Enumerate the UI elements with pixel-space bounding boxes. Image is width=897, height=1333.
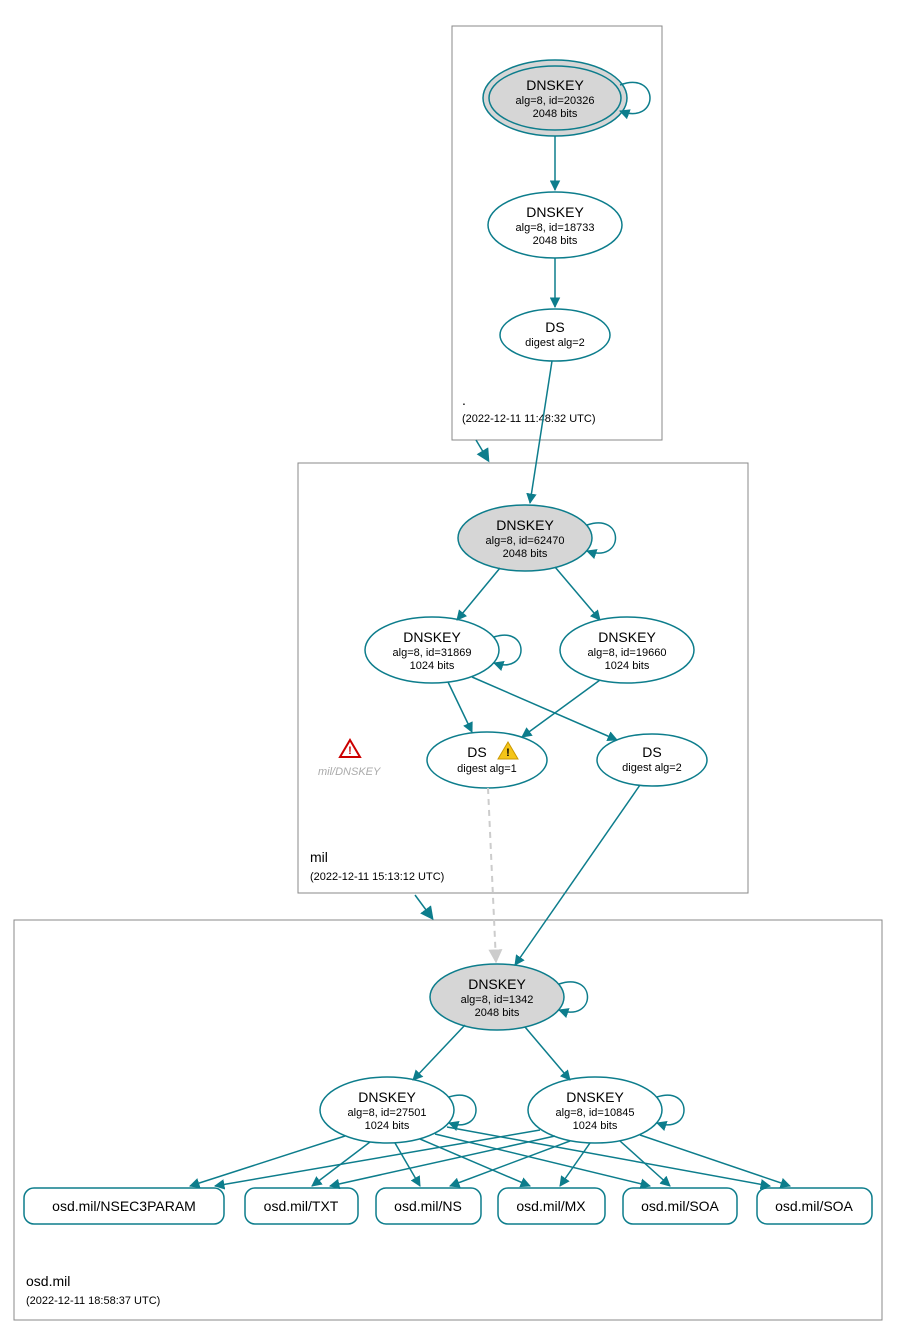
edge-mil-zsk2-ds1 [522, 680, 600, 737]
svg-text:alg=8, id=1342: alg=8, id=1342 [461, 994, 534, 1006]
zone-mil-timestamp: (2022-12-11 15:13:12 UTC) [310, 871, 444, 883]
edge-mil-ksk-zsk1 [457, 568, 500, 620]
svg-text:DNSKEY: DNSKEY [403, 629, 461, 645]
edge-zsk1-rr3 [395, 1143, 420, 1186]
node-osd-ksk: DNSKEY alg=8, id=1342 2048 bits [430, 964, 564, 1030]
edge-mil-zsk1-ds2 [472, 677, 617, 740]
svg-text:DNSKEY: DNSKEY [598, 629, 656, 645]
edge-mil-ds1-osd-ksk [488, 788, 496, 962]
svg-text:digest alg=1: digest alg=1 [457, 763, 517, 775]
svg-text:2048 bits: 2048 bits [475, 1007, 520, 1019]
svg-text:DNSKEY: DNSKEY [468, 976, 526, 992]
node-rr-soa2: osd.mil/SOA [757, 1188, 872, 1224]
svg-text:1024 bits: 1024 bits [573, 1120, 618, 1132]
zone-osd-timestamp: (2022-12-11 18:58:37 UTC) [26, 1295, 160, 1307]
svg-text:1024 bits: 1024 bits [365, 1120, 410, 1132]
node-root-ds: DS digest alg=2 [500, 309, 610, 361]
edge-zsk2-rr4 [560, 1143, 590, 1186]
svg-text:DNSKEY: DNSKEY [526, 204, 584, 220]
svg-text:alg=8, id=27501: alg=8, id=27501 [348, 1107, 427, 1119]
edge-root-ds-mil-ksk [530, 361, 552, 503]
node-mil-ksk: DNSKEY alg=8, id=62470 2048 bits [458, 505, 592, 571]
edge-zsk2-rr3 [450, 1141, 570, 1186]
node-mil-ds1: DS digest alg=1 ! [427, 732, 547, 788]
node-rr-nsec3param: osd.mil/NSEC3PARAM [24, 1188, 224, 1224]
edge-mil-ds2-osd-ksk [515, 785, 640, 965]
svg-text:2048 bits: 2048 bits [503, 548, 548, 560]
svg-text:osd.mil/NSEC3PARAM: osd.mil/NSEC3PARAM [52, 1198, 196, 1214]
svg-text:alg=8, id=62470: alg=8, id=62470 [486, 535, 565, 547]
svg-text:osd.mil/SOA: osd.mil/SOA [775, 1198, 853, 1214]
node-rr-mx: osd.mil/MX [498, 1188, 605, 1224]
zone-root-timestamp: (2022-12-11 11:48:32 UTC) [462, 413, 596, 425]
edge-mil-zsk1-ds1 [448, 682, 472, 732]
svg-text:1024 bits: 1024 bits [605, 660, 650, 672]
node-rr-soa1: osd.mil/SOA [623, 1188, 737, 1224]
svg-text:osd.mil/SOA: osd.mil/SOA [641, 1198, 719, 1214]
svg-text:DS: DS [545, 319, 564, 335]
edge-zsk2-rr5 [620, 1141, 670, 1186]
svg-text:alg=8, id=20326: alg=8, id=20326 [516, 95, 595, 107]
edge-osd-ksk-zsk1 [413, 1025, 465, 1080]
svg-text:!: ! [348, 745, 352, 757]
edge-root-to-mil-zone [476, 440, 488, 460]
node-mil-zsk1: DNSKEY alg=8, id=31869 1024 bits [365, 617, 499, 683]
edge-mil-to-osd-zone [415, 895, 432, 918]
svg-text:2048 bits: 2048 bits [533, 235, 578, 247]
node-osd-zsk1: DNSKEY alg=8, id=27501 1024 bits [320, 1077, 454, 1143]
edge-mil-ksk-zsk2 [555, 567, 600, 620]
svg-text:alg=8, id=10845: alg=8, id=10845 [556, 1107, 635, 1119]
svg-text:digest alg=2: digest alg=2 [525, 337, 585, 349]
svg-text:osd.mil/MX: osd.mil/MX [516, 1198, 586, 1214]
svg-text:osd.mil/TXT: osd.mil/TXT [264, 1198, 339, 1214]
svg-text:alg=8, id=19660: alg=8, id=19660 [588, 647, 667, 659]
svg-text:alg=8, id=31869: alg=8, id=31869 [393, 647, 472, 659]
svg-text:alg=8, id=18733: alg=8, id=18733 [516, 222, 595, 234]
svg-text:DS: DS [642, 744, 661, 760]
svg-text:DNSKEY: DNSKEY [358, 1089, 416, 1105]
node-osd-zsk2: DNSKEY alg=8, id=10845 1024 bits [528, 1077, 662, 1143]
zone-root-label: . [462, 392, 466, 408]
edge-osd-ksk-zsk2 [525, 1027, 570, 1080]
node-rr-ns: osd.mil/NS [376, 1188, 481, 1224]
svg-text:DNSKEY: DNSKEY [566, 1089, 624, 1105]
svg-text:DNSKEY: DNSKEY [526, 77, 584, 93]
node-mil-zsk2: DNSKEY alg=8, id=19660 1024 bits [560, 617, 694, 683]
node-root-ksk: DNSKEY alg=8, id=20326 2048 bits [483, 60, 627, 136]
zone-osd-label: osd.mil [26, 1273, 70, 1289]
svg-text:DNSKEY: DNSKEY [496, 517, 554, 533]
error-icon: ! [340, 740, 360, 757]
node-root-zsk: DNSKEY alg=8, id=18733 2048 bits [488, 192, 622, 258]
svg-text:digest alg=2: digest alg=2 [622, 762, 682, 774]
svg-text:osd.mil/NS: osd.mil/NS [394, 1198, 462, 1214]
zone-mil-label: mil [310, 849, 328, 865]
svg-text:1024 bits: 1024 bits [410, 660, 455, 672]
error-label: mil/DNSKEY [318, 766, 381, 778]
node-rr-txt: osd.mil/TXT [245, 1188, 358, 1224]
svg-text:!: ! [506, 747, 510, 759]
svg-text:2048 bits: 2048 bits [533, 108, 578, 120]
svg-text:DS: DS [467, 744, 486, 760]
node-mil-ds2: DS digest alg=2 [597, 734, 707, 786]
